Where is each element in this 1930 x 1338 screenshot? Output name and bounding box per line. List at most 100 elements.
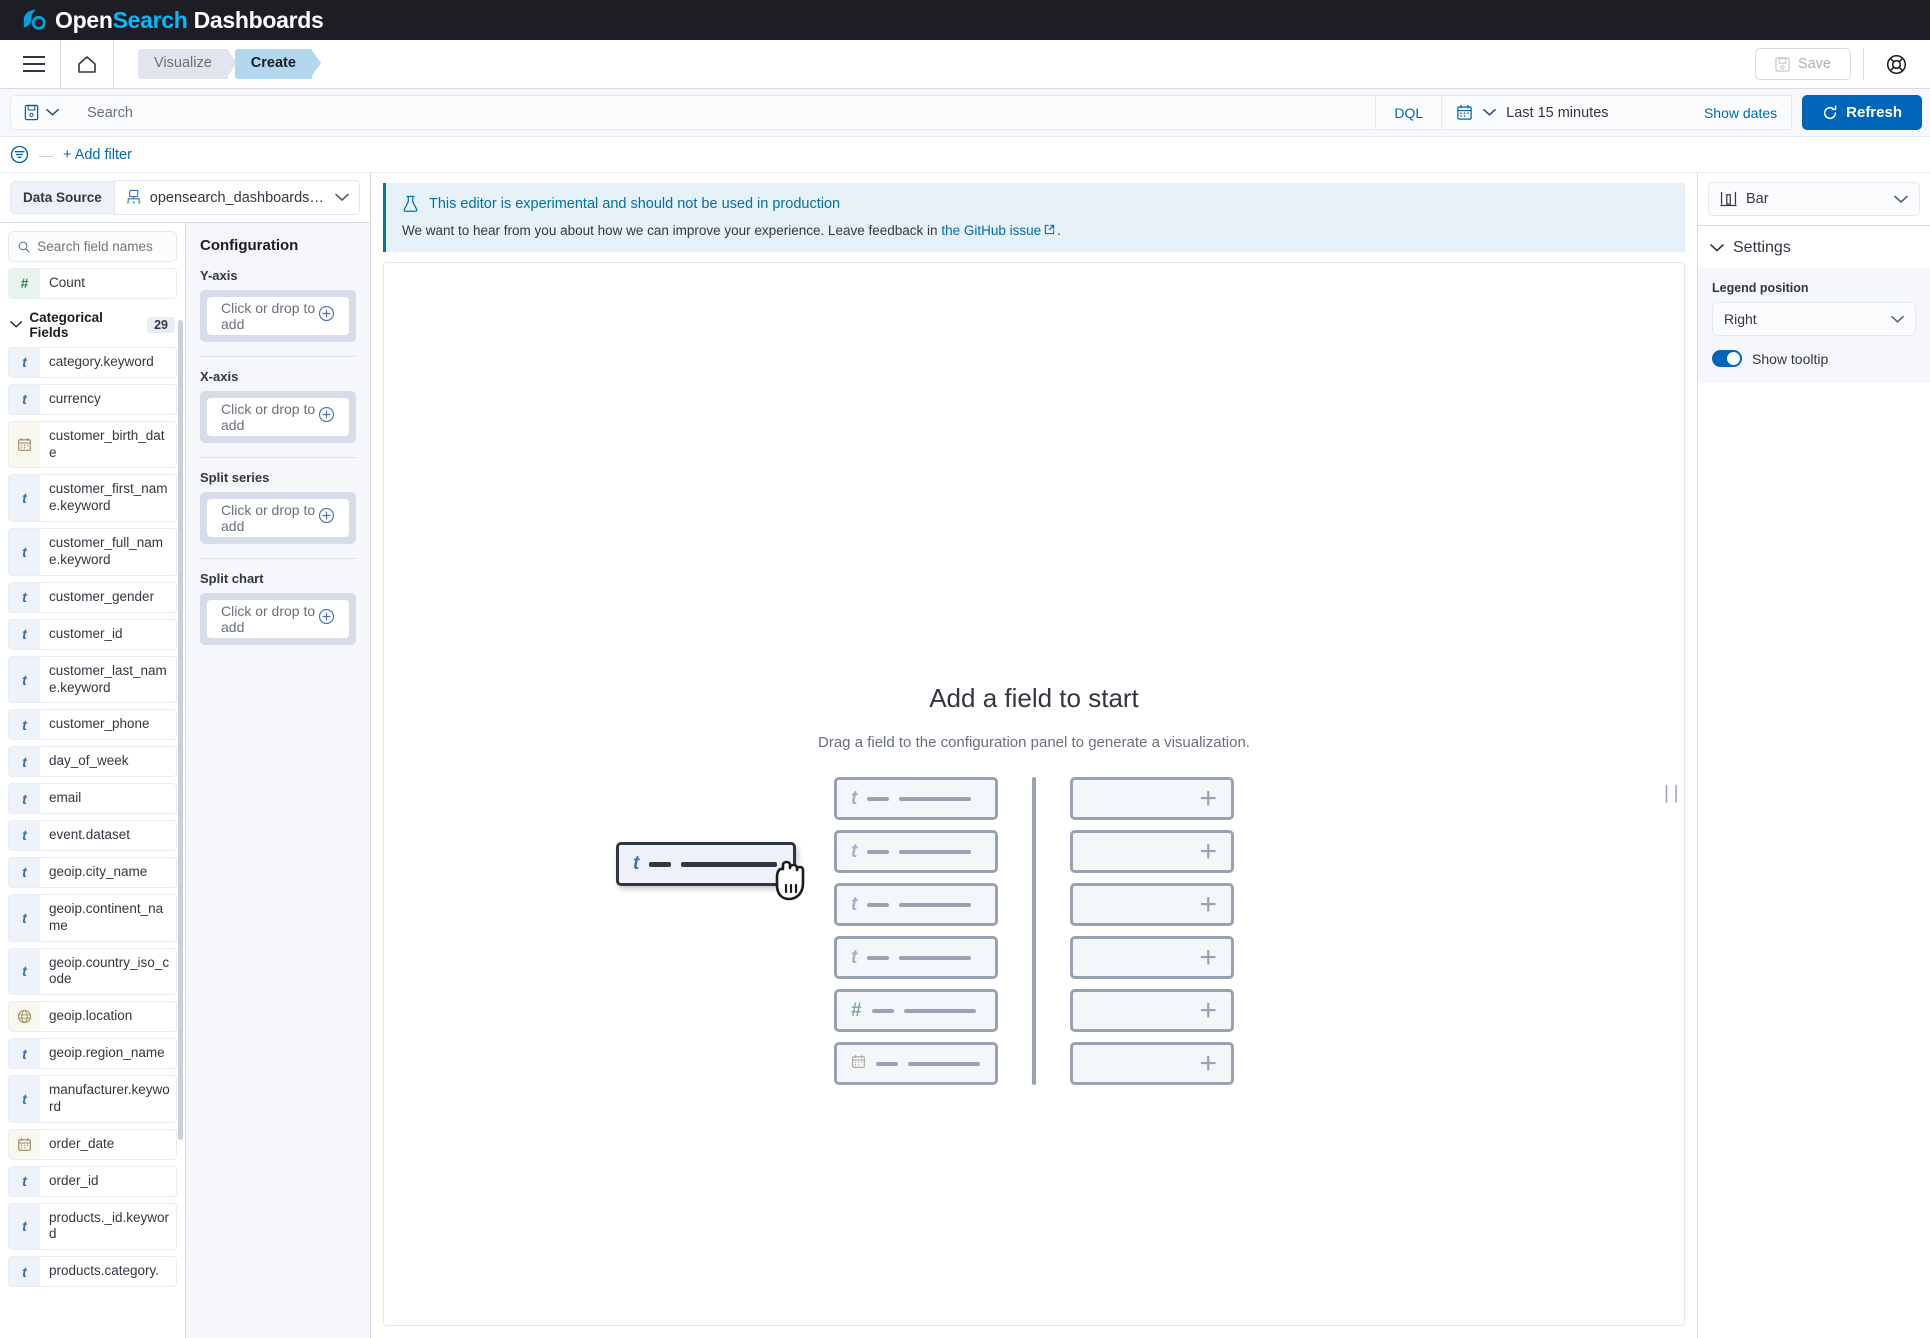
field-item[interactable]: t customer_last_name.keyword — [8, 655, 177, 704]
illustration-dash-short — [867, 955, 890, 960]
field-item[interactable]: t geoip.region_name — [8, 1038, 177, 1069]
empty-state-subtitle: Drag a field to the configuration panel … — [818, 734, 1250, 751]
dropzone[interactable]: Click or drop to add — [200, 593, 356, 645]
config-group: Split chart Click or drop to add — [200, 571, 356, 645]
app-header: OpenSearch Dashboards — [0, 0, 1930, 40]
field-list-scrollbar[interactable] — [178, 320, 183, 1140]
query-language-button[interactable]: DQL — [1375, 95, 1443, 130]
header-actions: Save — [1754, 44, 1916, 84]
divider — [200, 457, 356, 458]
text-field-icon: t — [9, 784, 40, 813]
search-field-names-input[interactable] — [37, 239, 167, 254]
chevron-down-icon — [335, 193, 349, 202]
refresh-button[interactable]: Refresh — [1802, 95, 1922, 130]
home-icon[interactable] — [67, 44, 107, 84]
field-item[interactable]: t email — [8, 783, 177, 814]
field-item[interactable]: t customer_id — [8, 618, 177, 650]
categorical-fields-header[interactable]: Categorical Fields 29 — [8, 305, 177, 347]
field-item[interactable]: t category.keyword — [8, 346, 177, 378]
circle-plus-icon[interactable] — [318, 305, 335, 327]
saved-query-button[interactable] — [10, 95, 71, 130]
field-item[interactable]: customer_birth_date — [8, 420, 177, 469]
illustration-dash-long — [899, 796, 972, 801]
circle-plus-icon[interactable] — [318, 608, 335, 630]
field-item[interactable]: t event.dataset — [8, 820, 177, 851]
illustration-dash-short — [867, 849, 890, 854]
field-item[interactable]: t customer_full_name.keyword — [8, 528, 177, 576]
plus-icon: + — [1199, 781, 1217, 815]
empty-state-illustration: t t t t # + + + + + + t — [384, 777, 1684, 1085]
settings-section-header[interactable]: Settings — [1698, 226, 1930, 268]
dropzone-label: Click or drop to add — [221, 300, 316, 332]
data-source-select[interactable]: opensearch_dashboards_sample_data_ec... — [113, 180, 360, 215]
dropzone-inner[interactable]: Click or drop to add — [207, 297, 349, 335]
chevron-down-icon — [46, 108, 59, 116]
text-field-icon: t — [851, 840, 858, 862]
circle-plus-icon[interactable] — [318, 406, 335, 428]
field-item[interactable]: t customer_phone — [8, 709, 177, 741]
breadcrumb-item-visualize[interactable]: Visualize — [138, 49, 237, 79]
hamburger-menu-icon[interactable] — [14, 44, 54, 84]
divider — [200, 558, 356, 559]
field-item[interactable]: t order_id — [8, 1165, 177, 1197]
show-dates-button[interactable]: Show dates — [1704, 105, 1777, 121]
text-field-icon: t — [9, 710, 40, 740]
field-item[interactable]: t customer_gender — [8, 581, 177, 613]
field-name: geoip.country_iso_code — [49, 954, 170, 987]
field-item[interactable]: t manufacturer.keyword — [8, 1075, 177, 1123]
text-field-icon: t — [9, 475, 40, 522]
circle-plus-icon[interactable] — [318, 507, 335, 529]
field-search-box[interactable] — [8, 231, 177, 262]
field-name: event.dataset — [49, 827, 131, 842]
field-item[interactable]: order_date — [8, 1128, 177, 1160]
illustration-left-column: t t t t # — [834, 777, 998, 1085]
chevron-down-icon — [1710, 244, 1724, 252]
dropzone-label: Click or drop to add — [221, 401, 316, 433]
field-item[interactable]: t products.category. — [8, 1256, 177, 1288]
github-issue-link[interactable]: the GitHub issue — [941, 223, 1041, 238]
config-group-label: Split series — [200, 470, 270, 485]
show-tooltip-toggle[interactable] — [1712, 350, 1742, 367]
field-item[interactable]: t geoip.city_name — [8, 856, 177, 888]
field-item[interactable]: t currency — [8, 383, 177, 415]
field-item[interactable]: t geoip.continent_name — [8, 893, 177, 942]
date-picker[interactable]: Last 15 minutes Show dates — [1442, 95, 1793, 130]
filter-icon[interactable] — [10, 145, 29, 164]
chart-type-select[interactable]: Bar — [1708, 182, 1920, 216]
field-item[interactable]: t customer_first_name.keyword — [8, 474, 177, 523]
field-name: currency — [49, 390, 101, 406]
legend-position-select[interactable]: Right — [1712, 302, 1916, 336]
plus-icon: + — [1199, 1046, 1217, 1080]
field-name: customer_gender — [49, 588, 155, 604]
field-item[interactable]: t products._id.keyword — [8, 1202, 177, 1251]
field-name: day_of_week — [49, 753, 129, 769]
field-item[interactable]: t day_of_week — [8, 746, 177, 778]
field-item[interactable]: geoip.location — [8, 1001, 177, 1033]
dropzone[interactable]: Click or drop to add — [200, 492, 356, 544]
dropzone-inner[interactable]: Click or drop to add — [207, 600, 349, 638]
add-filter-button[interactable]: + Add filter — [63, 147, 132, 163]
help-lifebuoy-icon[interactable] — [1876, 44, 1916, 84]
field-name: customer_first_name.keyword — [49, 481, 168, 514]
dropzone[interactable]: Click or drop to add — [200, 391, 356, 443]
dropzone-inner[interactable]: Click or drop to add — [207, 499, 349, 537]
opensearch-dashboards-logo: OpenSearch Dashboards — [20, 7, 324, 34]
field-item[interactable]: t geoip.country_iso_code — [8, 947, 177, 996]
dropzone-inner[interactable]: Click or drop to add — [207, 398, 349, 436]
empty-state: Add a field to start Drag a field to the… — [384, 683, 1684, 1085]
search-input[interactable]: Search — [71, 95, 1376, 130]
field-name: products._id.keyword — [49, 1209, 170, 1242]
number-field-icon: # — [9, 269, 40, 298]
legend-position-value: Right — [1724, 311, 1757, 327]
text-field-icon: t — [633, 853, 640, 874]
show-tooltip-row[interactable]: Show tooltip — [1712, 350, 1916, 367]
left-body: # Count Categorical Fields 29 t category.… — [0, 223, 370, 1338]
dropzone[interactable]: Click or drop to add — [200, 290, 356, 342]
breadcrumb-item-create[interactable]: Create — [234, 49, 322, 79]
field-item-count[interactable]: # Count — [8, 268, 177, 299]
panel-resize-handle[interactable]: ▏▏ — [1666, 785, 1684, 803]
right-settings-panel: Bar Settings Legend position Right Show … — [1697, 173, 1930, 1338]
empty-state-title: Add a field to start — [929, 683, 1139, 713]
field-name: manufacturer.keyword — [49, 1082, 170, 1114]
save-button[interactable]: Save — [1754, 48, 1851, 80]
